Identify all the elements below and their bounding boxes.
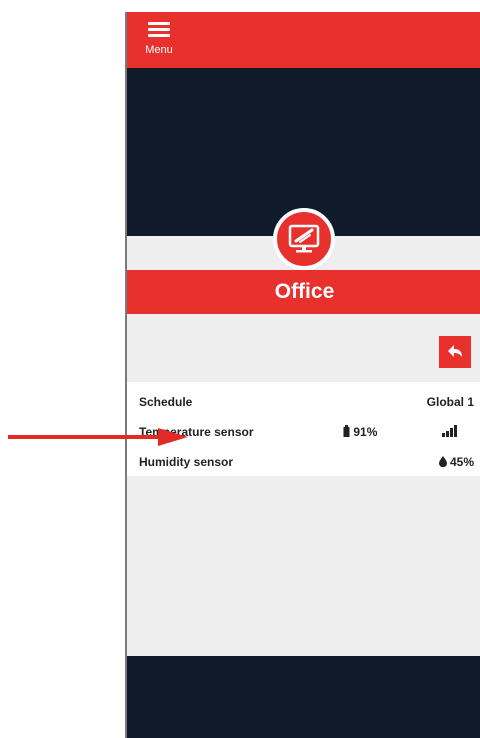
menu-label: Menu bbox=[145, 44, 173, 56]
pointer-arrow-icon bbox=[8, 428, 188, 446]
footer-area bbox=[127, 656, 480, 738]
humidity-status: 45% bbox=[438, 455, 474, 469]
water-drop-icon bbox=[438, 456, 447, 468]
back-button[interactable] bbox=[439, 336, 471, 368]
humidity-value: 45% bbox=[449, 455, 474, 469]
list-item-temperature-sensor[interactable]: Temperature sensor 91% bbox=[139, 420, 474, 444]
phone-screen: Menu Office Schedule Global 1 Temperatur… bbox=[125, 12, 480, 738]
monitor-icon bbox=[273, 208, 335, 270]
humidity-sensor-label: Humidity sensor bbox=[139, 455, 234, 469]
room-title: Office bbox=[274, 280, 335, 303]
schedule-label: Schedule bbox=[139, 395, 193, 409]
list-item-humidity-sensor[interactable]: Humidity sensor 45% bbox=[139, 450, 474, 474]
hamburger-icon bbox=[148, 22, 170, 38]
list-item-schedule[interactable]: Schedule Global 1 bbox=[139, 390, 474, 414]
signal-icon bbox=[442, 425, 457, 437]
top-bar: Menu bbox=[127, 12, 480, 68]
battery-icon bbox=[343, 425, 350, 437]
battery-level: 91% bbox=[353, 425, 378, 439]
menu-button[interactable]: Menu bbox=[135, 18, 183, 66]
content-area bbox=[127, 476, 480, 656]
schedule-value: Global 1 bbox=[426, 395, 474, 409]
battery-status: 91% bbox=[343, 425, 377, 439]
back-arrow-icon bbox=[448, 345, 462, 357]
signal-status bbox=[442, 425, 458, 440]
